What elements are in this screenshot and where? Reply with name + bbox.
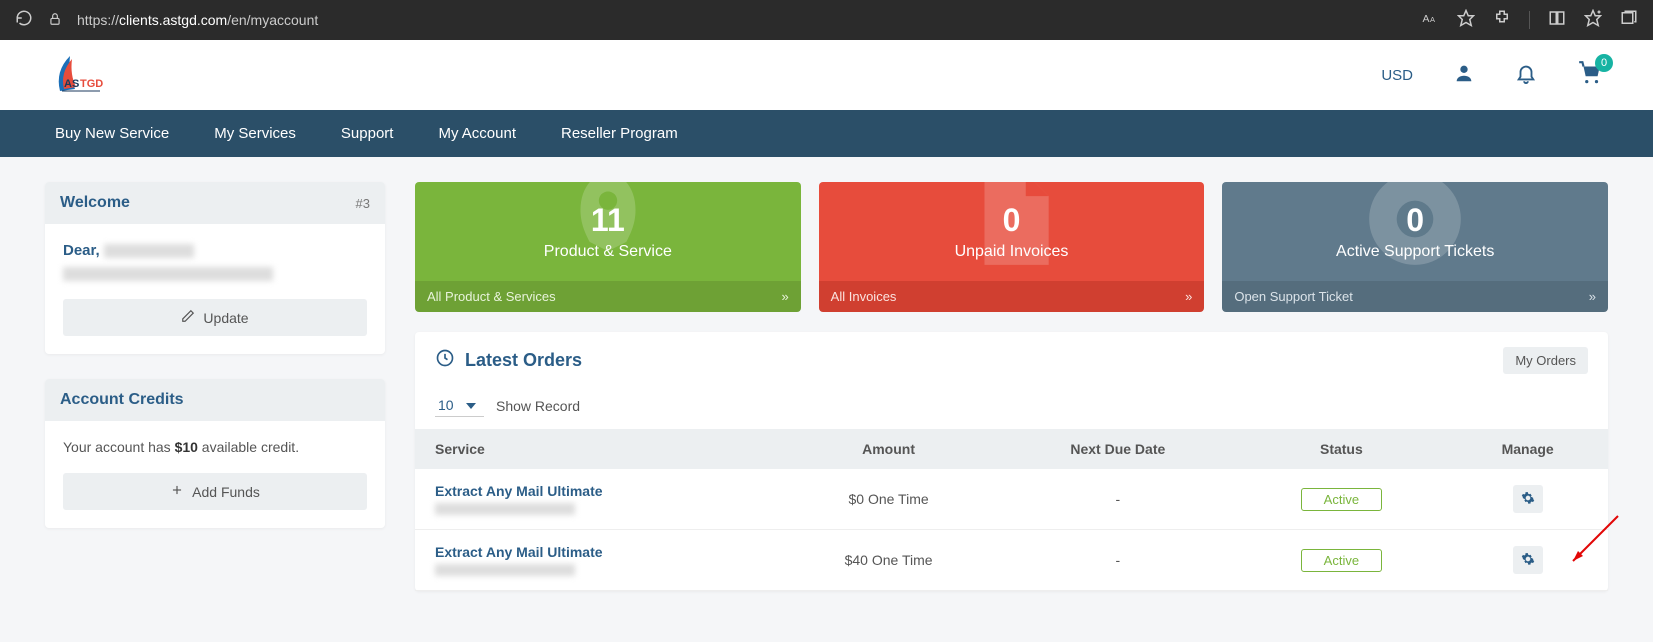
order-amount: $40 One Time bbox=[777, 530, 1000, 591]
order-due: - bbox=[1000, 469, 1235, 530]
my-orders-button[interactable]: My Orders bbox=[1503, 347, 1588, 374]
show-record-label: Show Record bbox=[496, 398, 580, 414]
cart-count-badge: 0 bbox=[1595, 54, 1613, 72]
chevron-right-icon: » bbox=[1185, 289, 1192, 304]
status-badge: Active bbox=[1301, 488, 1382, 511]
tile-invoices-label: Unpaid Invoices bbox=[829, 243, 1195, 261]
orders-table: Service Amount Next Due Date Status Mana… bbox=[415, 429, 1608, 591]
tile-invoices-count: 0 bbox=[829, 202, 1195, 239]
extension-icon[interactable] bbox=[1493, 9, 1511, 32]
col-amount[interactable]: Amount bbox=[777, 429, 1000, 469]
manage-order-button[interactable] bbox=[1513, 546, 1543, 574]
records-per-page-select[interactable]: 10 bbox=[435, 394, 484, 417]
nav-my-account[interactable]: My Account bbox=[438, 125, 516, 142]
nav-support[interactable]: Support bbox=[341, 125, 394, 142]
account-credits-panel: Account Credits Your account has $10 ava… bbox=[45, 379, 385, 528]
chevron-right-icon: » bbox=[1589, 289, 1596, 304]
tile-tickets[interactable]: 0 Active Support Tickets Open Support Ti… bbox=[1222, 182, 1608, 312]
svg-text:A: A bbox=[1430, 14, 1435, 23]
tile-invoices-foot: All Invoices bbox=[831, 289, 897, 304]
collections-icon[interactable] bbox=[1620, 9, 1638, 32]
credits-title: Account Credits bbox=[60, 391, 184, 409]
nav-reseller-program[interactable]: Reseller Program bbox=[561, 125, 678, 142]
main-nav: Buy New Service My Services Support My A… bbox=[0, 110, 1653, 157]
update-profile-button[interactable]: Update bbox=[63, 299, 367, 336]
order-due: - bbox=[1000, 530, 1235, 591]
service-name[interactable]: Extract Any Mail Ultimate bbox=[435, 544, 757, 560]
address-bar[interactable]: https://clients.astgd.com/en/myaccount bbox=[77, 12, 1406, 28]
gear-icon bbox=[1521, 491, 1535, 508]
favorites-icon[interactable] bbox=[1584, 9, 1602, 32]
url-path: /en/myaccount bbox=[227, 12, 318, 28]
latest-orders-title: Latest Orders bbox=[465, 350, 582, 371]
credit-balance-text: Your account has $10 available credit. bbox=[63, 439, 367, 455]
gear-icon bbox=[1521, 552, 1535, 569]
service-detail-redacted bbox=[435, 564, 575, 576]
nav-my-services[interactable]: My Services bbox=[214, 125, 296, 142]
add-funds-label: Add Funds bbox=[192, 484, 260, 500]
service-detail-redacted bbox=[435, 503, 575, 515]
user-name-redacted bbox=[104, 244, 194, 258]
cart-icon[interactable]: 0 bbox=[1577, 60, 1603, 91]
table-row: Extract Any Mail Ultimate $0 One Time - … bbox=[415, 469, 1608, 530]
clock-icon bbox=[435, 348, 455, 373]
user-icon[interactable] bbox=[1453, 62, 1475, 89]
welcome-panel: Welcome #3 Dear, Update bbox=[45, 182, 385, 354]
text-size-icon[interactable]: AA bbox=[1421, 9, 1439, 32]
bell-icon[interactable] bbox=[1515, 62, 1537, 89]
greeting: Dear, bbox=[63, 242, 367, 259]
credit-amount: $10 bbox=[175, 439, 198, 455]
url-domain: clients.astgd.com bbox=[119, 12, 227, 28]
lock-icon bbox=[48, 12, 62, 29]
tile-products-foot: All Product & Services bbox=[427, 289, 556, 304]
order-amount: $0 One Time bbox=[777, 469, 1000, 530]
top-header: AS TGD USD 0 bbox=[0, 40, 1653, 110]
col-manage[interactable]: Manage bbox=[1447, 429, 1608, 469]
welcome-title: Welcome bbox=[60, 194, 130, 212]
currency-selector[interactable]: USD bbox=[1381, 67, 1413, 84]
table-row: Extract Any Mail Ultimate $40 One Time -… bbox=[415, 530, 1608, 591]
url-scheme: https:// bbox=[77, 12, 119, 28]
welcome-tab-id: #3 bbox=[356, 196, 370, 211]
svg-text:A: A bbox=[1423, 12, 1430, 24]
service-name[interactable]: Extract Any Mail Ultimate bbox=[435, 483, 757, 499]
col-service[interactable]: Service bbox=[415, 429, 777, 469]
credit-text-post: available credit. bbox=[198, 439, 299, 455]
browser-separator bbox=[1529, 11, 1530, 29]
chevron-right-icon: » bbox=[781, 289, 788, 304]
nav-buy-new-service[interactable]: Buy New Service bbox=[55, 125, 169, 142]
tile-products-label: Product & Service bbox=[425, 243, 791, 261]
tile-invoices[interactable]: 0 Unpaid Invoices All Invoices » bbox=[819, 182, 1205, 312]
latest-orders-panel: Latest Orders My Orders 10 Show Record S… bbox=[415, 332, 1608, 591]
status-badge: Active bbox=[1301, 549, 1382, 572]
add-funds-button[interactable]: Add Funds bbox=[63, 473, 367, 510]
star-icon[interactable] bbox=[1457, 9, 1475, 32]
logo[interactable]: AS TGD bbox=[50, 51, 110, 99]
update-button-label: Update bbox=[203, 310, 248, 326]
plus-icon bbox=[170, 483, 184, 500]
svg-text:AS: AS bbox=[64, 78, 79, 90]
browser-action-icons: AA bbox=[1421, 9, 1638, 32]
credit-text-pre: Your account has bbox=[63, 439, 175, 455]
tile-tickets-foot: Open Support Ticket bbox=[1234, 289, 1353, 304]
col-due[interactable]: Next Due Date bbox=[1000, 429, 1235, 469]
tile-tickets-count: 0 bbox=[1232, 202, 1598, 239]
tile-products-count: 11 bbox=[425, 202, 791, 239]
reload-icon[interactable] bbox=[15, 9, 33, 32]
manage-order-button[interactable] bbox=[1513, 485, 1543, 513]
svg-text:TGD: TGD bbox=[80, 78, 103, 90]
tile-products[interactable]: 11 Product & Service All Product & Servi… bbox=[415, 182, 801, 312]
split-icon[interactable] bbox=[1548, 9, 1566, 32]
greeting-prefix: Dear, bbox=[63, 242, 104, 259]
tile-tickets-label: Active Support Tickets bbox=[1232, 243, 1598, 261]
col-status[interactable]: Status bbox=[1236, 429, 1448, 469]
pencil-icon bbox=[181, 309, 195, 326]
browser-chrome: https://clients.astgd.com/en/myaccount A… bbox=[0, 0, 1653, 40]
user-address-redacted bbox=[63, 267, 273, 281]
